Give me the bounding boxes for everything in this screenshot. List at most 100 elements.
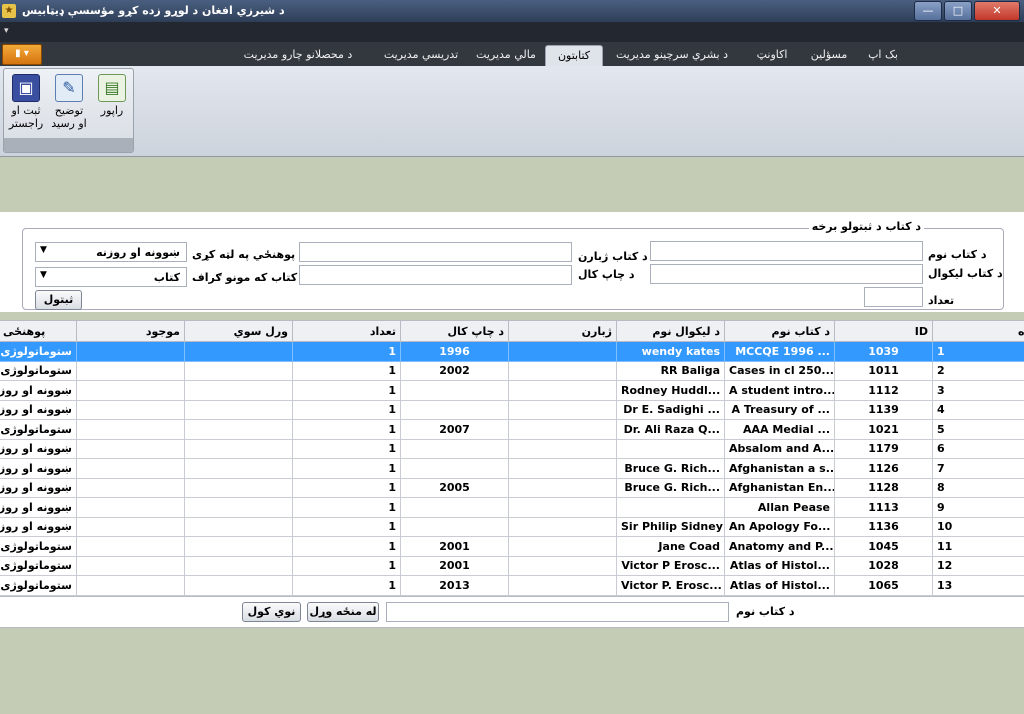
cell-print-year[interactable] [400, 399, 509, 420]
cell-row-number[interactable]: 1 [932, 341, 1024, 362]
cell-available[interactable] [76, 341, 185, 362]
cell-book-name[interactable]: MCCQE 1996 ... [724, 341, 835, 362]
cell-book-name[interactable]: Afghanistan En... [724, 477, 835, 498]
tab-officials[interactable]: مسؤلين [804, 45, 854, 66]
cell-author[interactable] [616, 497, 725, 518]
tab-finance[interactable]: مالي مديريت [470, 45, 542, 66]
cell-count[interactable]: 1 [292, 555, 401, 576]
table-row[interactable]: ستوماتولوژی 1 1996 wendy kates MCCQE 1996 ..… [0, 341, 1024, 362]
cell-count[interactable]: 1 [292, 536, 401, 557]
remove-button[interactable]: له منځه وړل [307, 602, 379, 622]
cell-print-year[interactable]: 2002 [400, 360, 509, 381]
book-name-input[interactable] [650, 241, 923, 261]
cell-count[interactable]: 1 [292, 458, 401, 479]
cell-id[interactable]: 1112 [834, 380, 933, 401]
cell-print-year[interactable] [400, 516, 509, 537]
tab-accounts[interactable]: اکاونټ [744, 45, 800, 66]
cell-book-name[interactable]: An Apology Fo... [724, 516, 835, 537]
minimize-button[interactable]: — [914, 1, 942, 21]
cell-count[interactable]: 1 [292, 497, 401, 518]
cell-row-number[interactable]: 3 [932, 380, 1024, 401]
cell-loaned[interactable] [184, 380, 293, 401]
cell-author[interactable]: Victor P. Erosc... [616, 575, 725, 596]
cell-id[interactable]: 1065 [834, 575, 933, 596]
cell-author[interactable]: Jane Coad [616, 536, 725, 557]
count-input[interactable] [864, 287, 923, 307]
cell-author[interactable] [616, 438, 725, 459]
cell-available[interactable] [76, 516, 185, 537]
cell-faculty[interactable]: ستوماتولوژی [0, 341, 77, 362]
cell-book-name[interactable]: AAA Medial ... [724, 419, 835, 440]
tab-human-resources[interactable]: د بشري سرچينو مديريت [604, 45, 740, 66]
col-available[interactable]: موجود [76, 320, 185, 342]
cell-id[interactable]: 1011 [834, 360, 933, 381]
cell-count[interactable]: 1 [292, 575, 401, 596]
cell-author[interactable]: Victor P Erosc... [616, 555, 725, 576]
cell-count[interactable]: 1 [292, 380, 401, 401]
cell-id[interactable]: 1045 [834, 536, 933, 557]
cell-row-number[interactable]: 2 [932, 360, 1024, 381]
cell-loaned[interactable] [184, 341, 293, 362]
tab-student-affairs[interactable]: د محصلانو چارو مديريت [224, 45, 372, 66]
cell-count[interactable]: 1 [292, 419, 401, 440]
report-button[interactable]: ▤ راپور [92, 72, 132, 136]
cell-translator[interactable] [508, 399, 617, 420]
cell-faculty[interactable]: ښوونه او روزنه [0, 399, 77, 420]
cell-book-name[interactable]: Cases in cl 250... [724, 360, 835, 381]
application-menu-button[interactable]: ▮ ▾ [2, 44, 42, 65]
col-loaned[interactable]: ورل سوي [184, 320, 293, 342]
cell-loaned[interactable] [184, 575, 293, 596]
cell-row-number[interactable]: 13 [932, 575, 1024, 596]
cell-print-year[interactable]: 2001 [400, 536, 509, 557]
tab-backup[interactable]: بک اپ [858, 45, 908, 66]
cell-faculty[interactable]: ښوونه او روزنه [0, 516, 77, 537]
cell-loaned[interactable] [184, 555, 293, 576]
cell-row-number[interactable]: 12 [932, 555, 1024, 576]
cell-book-name[interactable]: Absalom and A... [724, 438, 835, 459]
cell-author[interactable]: Bruce G. Rich... [616, 458, 725, 479]
book-or-monograph-select[interactable]: کتاب ▼ [35, 267, 187, 287]
cell-translator[interactable] [508, 380, 617, 401]
tab-library[interactable]: کتابتون [545, 45, 603, 67]
cell-faculty[interactable]: ښوونه او روزنه [0, 380, 77, 401]
cell-translator[interactable] [508, 419, 617, 440]
cell-loaned[interactable] [184, 477, 293, 498]
cell-row-number[interactable]: 6 [932, 438, 1024, 459]
cell-available[interactable] [76, 458, 185, 479]
cell-loaned[interactable] [184, 497, 293, 518]
cell-loaned[interactable] [184, 399, 293, 420]
cell-available[interactable] [76, 399, 185, 420]
cell-row-number[interactable]: 4 [932, 399, 1024, 420]
cell-id[interactable]: 1179 [834, 438, 933, 459]
cell-id[interactable]: 1113 [834, 497, 933, 518]
col-count[interactable]: تعداد [292, 320, 401, 342]
cell-faculty[interactable]: ستوماتولوژی [0, 555, 77, 576]
cell-translator[interactable] [508, 497, 617, 518]
cell-available[interactable] [76, 497, 185, 518]
cell-count[interactable]: 1 [292, 399, 401, 420]
cell-row-number[interactable]: 5 [932, 419, 1024, 440]
cell-translator[interactable] [508, 438, 617, 459]
table-row[interactable]: ستوماتولوژی 1 2007 Dr. Ali Raza Q... AAA Med… [0, 419, 1024, 440]
col-id[interactable]: ID [834, 320, 933, 342]
cell-faculty[interactable]: ښوونه او روزنه [0, 477, 77, 498]
cell-print-year[interactable]: 2005 [400, 477, 509, 498]
cell-faculty[interactable]: ښوونه او روزنه [0, 497, 77, 518]
cell-book-name[interactable]: Afghanistan a s... [724, 458, 835, 479]
cell-translator[interactable] [508, 360, 617, 381]
cell-row-number[interactable]: 8 [932, 477, 1024, 498]
cell-row-number[interactable]: 7 [932, 458, 1024, 479]
details-receipt-button[interactable]: ✎ توضيح او رسيد [49, 72, 89, 136]
table-row[interactable]: ستوماتولوژی 1 2001 Victor P Erosc... Atlas o… [0, 555, 1024, 576]
cell-loaned[interactable] [184, 419, 293, 440]
cell-book-name[interactable]: A Treasury of ... [724, 399, 835, 420]
cell-book-name[interactable]: A student intro... [724, 380, 835, 401]
cell-row-number[interactable]: 11 [932, 536, 1024, 557]
register-button[interactable]: ▣ ثبت او راجستر [6, 72, 46, 136]
cell-available[interactable] [76, 438, 185, 459]
cell-id[interactable]: 1126 [834, 458, 933, 479]
table-row[interactable]: ښوونه او روزنه 1 Bruce G. Rich...Afghanist… [0, 458, 1024, 479]
cell-print-year[interactable]: 2013 [400, 575, 509, 596]
author-input[interactable] [650, 264, 923, 284]
cell-print-year[interactable] [400, 497, 509, 518]
